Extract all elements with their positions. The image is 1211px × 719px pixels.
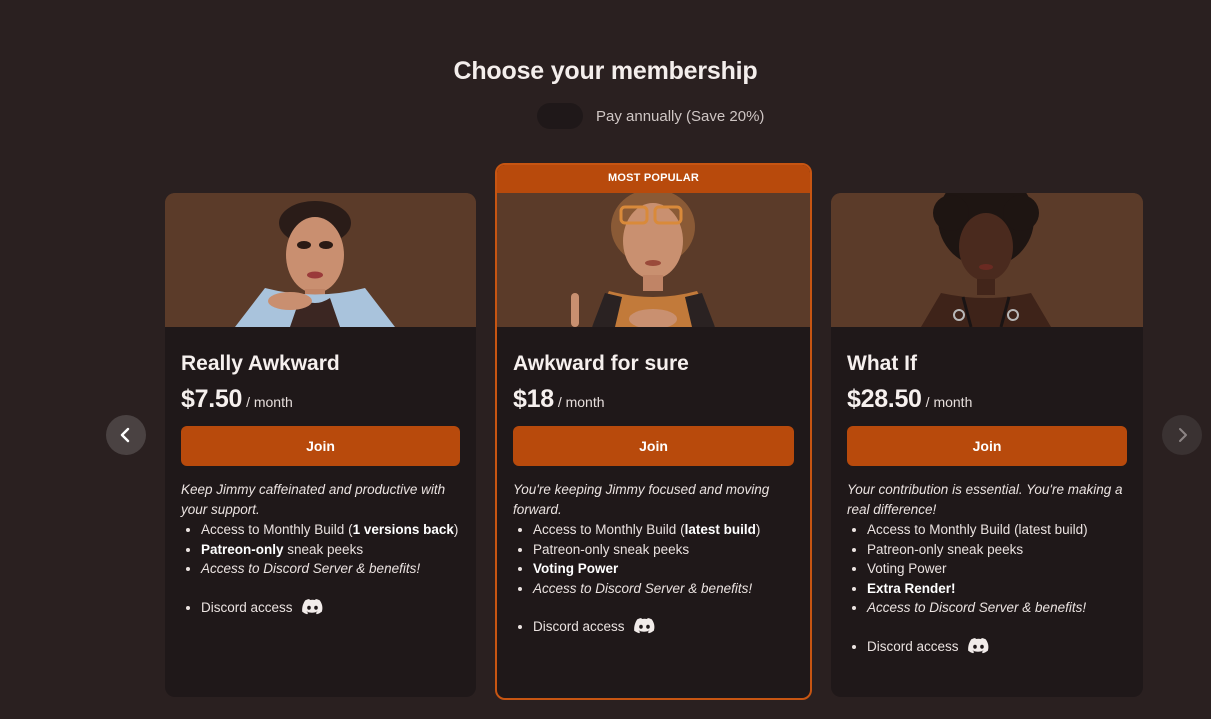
discord-access-list: Discord access xyxy=(513,616,794,638)
billing-toggle-row: Pay annually (Save 20%) xyxy=(537,103,764,129)
carousel-prev-button[interactable] xyxy=(106,415,146,455)
tier-tagline: Keep Jimmy caffeinated and productive wi… xyxy=(181,482,446,517)
benefit-list: Access to Monthly Build (latest build) P… xyxy=(847,520,1127,618)
benefit-item: Access to Discord Server & benefits! xyxy=(867,598,1127,618)
price-period: / month xyxy=(557,394,605,410)
membership-page: Choose your membership Pay annually (Sav… xyxy=(0,0,1211,719)
benefit-item: Access to Discord Server & benefits! xyxy=(533,579,794,599)
join-button[interactable]: Join xyxy=(847,426,1127,466)
join-button[interactable]: Join xyxy=(181,426,460,466)
benefit-list: Access to Monthly Build (1 versions back… xyxy=(181,520,460,579)
benefit-item: Patreon-only sneak peeks xyxy=(533,540,794,560)
benefit-item: Voting Power xyxy=(533,559,794,579)
benefit-item: Access to Discord Server & benefits! xyxy=(201,559,460,579)
tier-name: Really Awkward xyxy=(181,352,340,375)
tier-price: $18 xyxy=(513,385,554,413)
tier-name: What If xyxy=(847,352,917,375)
discord-access-label: Discord access xyxy=(533,619,625,635)
benefit-item: Patreon-only sneak peeks xyxy=(867,540,1127,560)
price-period: / month xyxy=(925,394,973,410)
discord-access-item: Discord access xyxy=(533,616,794,638)
tier-tagline: You're keeping Jimmy focused and moving … xyxy=(513,482,770,517)
price-row: $28.50 / month xyxy=(847,385,1127,414)
discord-icon xyxy=(634,618,655,634)
tier-tagline: Your contribution is essential. You're m… xyxy=(847,482,1123,517)
discord-access-label: Discord access xyxy=(867,638,959,654)
carousel-next-button[interactable] xyxy=(1162,415,1202,455)
join-button[interactable]: Join xyxy=(513,426,794,466)
discord-access-item: Discord access xyxy=(867,636,1127,658)
discord-icon xyxy=(968,637,989,654)
tier-card-really-awkward: Really Awkward $7.50 / month Join Keep J… xyxy=(165,193,476,697)
benefit-item: Access to Monthly Build (1 versions back… xyxy=(201,520,460,540)
tier-image xyxy=(831,193,1143,327)
benefit-item: Access to Monthly Build (latest build) xyxy=(867,520,1127,540)
discord-access-label: Discord access xyxy=(201,599,293,615)
benefit-item: Voting Power xyxy=(867,559,1127,579)
tier-card-what-if: What If $28.50 / month Join Your contrib… xyxy=(831,193,1143,697)
tier-price: $28.50 xyxy=(847,385,922,413)
page-title: Choose your membership xyxy=(453,57,758,85)
discord-access-list: Discord access xyxy=(847,636,1127,658)
discord-access-list: Discord access xyxy=(181,597,460,619)
price-period: / month xyxy=(246,394,293,410)
tier-price: $7.50 xyxy=(181,385,243,413)
discord-icon xyxy=(302,598,323,615)
benefit-item: Extra Render! xyxy=(867,579,1127,599)
benefit-item: Patreon-only sneak peeks xyxy=(201,540,460,560)
tier-card-awkward-for-sure: MOST POPULAR Awkward for sure $18 / mont… xyxy=(495,163,812,700)
most-popular-badge: MOST POPULAR xyxy=(497,165,810,193)
discord-access-item: Discord access xyxy=(201,597,460,619)
tier-image xyxy=(165,193,476,327)
pay-annually-label: Pay annually (Save 20%) xyxy=(596,107,765,125)
benefit-list: Access to Monthly Build (latest build) P… xyxy=(513,520,794,598)
price-row: $7.50 / month xyxy=(181,385,460,414)
price-row: $18 / month xyxy=(513,385,794,414)
chevron-right-icon xyxy=(1179,428,1187,442)
tier-image xyxy=(497,193,810,327)
benefit-item: Access to Monthly Build (latest build) xyxy=(533,520,794,540)
tier-name: Awkward for sure xyxy=(513,352,689,375)
pay-annually-toggle[interactable] xyxy=(537,103,583,129)
chevron-left-icon xyxy=(120,427,130,443)
